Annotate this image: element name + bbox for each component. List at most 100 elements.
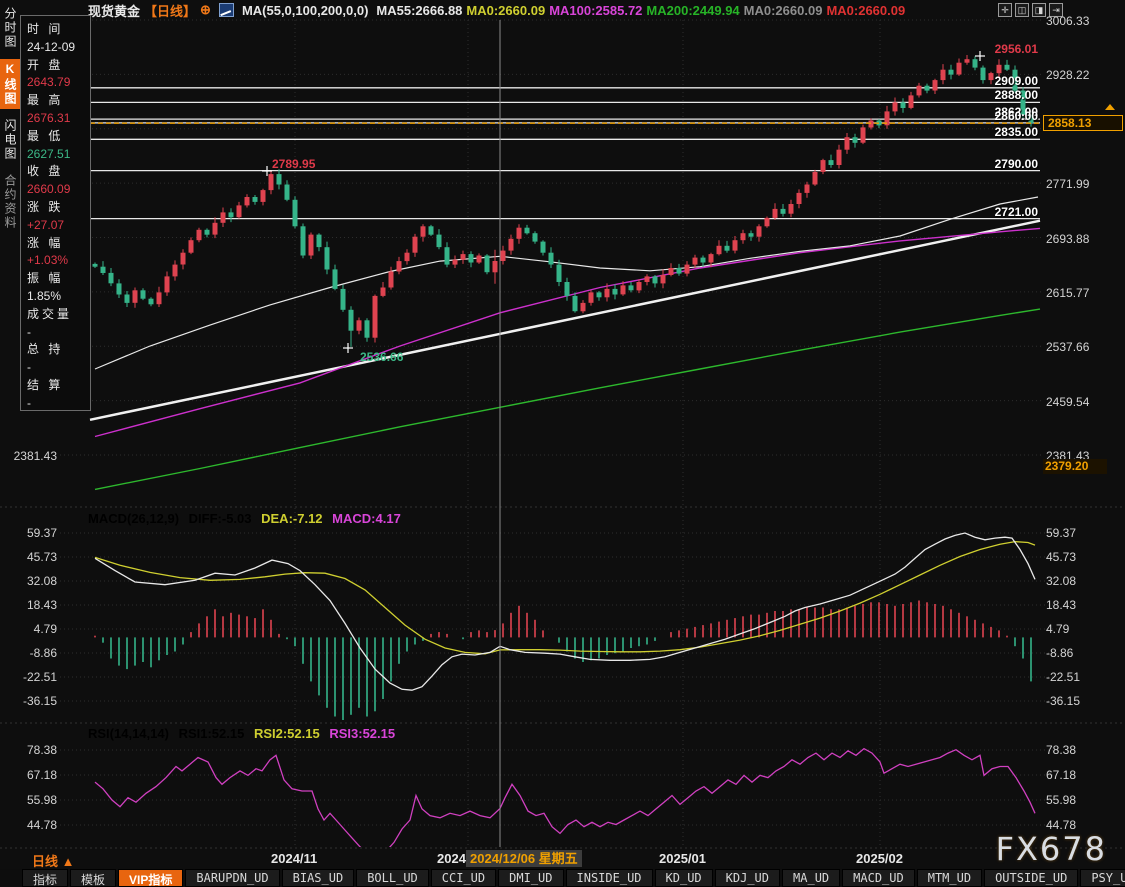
symbol-name: 现货黄金 [88, 1, 140, 20]
info-label-7: 振 幅 [27, 270, 90, 288]
indicator-tab-bar: 指标模板VIP指标BARUPDN_UDBIAS_UDBOLL_UDCCI_UDD… [0, 869, 1125, 887]
macd-axis-left-2: 32.08 [5, 574, 57, 588]
ma-params: MA(55,0,100,200,0,0) [242, 3, 368, 18]
price-axis-label-4: 2615.77 [1046, 286, 1089, 300]
trading-app-window: 现货黄金 【日线】 ⊕ MA(55,0,100,200,0,0) MA55:26… [0, 0, 1125, 887]
chart-annotation-2: 2536.66 [360, 350, 403, 364]
indicator-tab-2[interactable]: VIP指标 [118, 869, 183, 887]
macd-axis-right-4: 4.79 [1046, 622, 1069, 636]
chart-header: 现货黄金 【日线】 ⊕ MA(55,0,100,200,0,0) MA55:26… [0, 0, 1125, 20]
macd-axis-left-1: 45.73 [5, 550, 57, 564]
x-axis-label-0: 2024/11 [271, 851, 317, 866]
info-label-0: 时 间 [27, 21, 90, 39]
indicator-tab-12[interactable]: MACD_UD [842, 869, 915, 887]
macd-axis-right-5: -8.86 [1046, 646, 1073, 660]
watermark: FX678 [996, 830, 1107, 868]
indicator-tab-9[interactable]: KD_UD [655, 869, 713, 887]
indicator-tab-10[interactable]: KDJ_UD [715, 869, 780, 887]
chart-type-tab-1[interactable]: K线图 [0, 59, 20, 109]
indicator-tab-11[interactable]: MA_UD [782, 869, 840, 887]
info-value-5: +27.07 [27, 217, 90, 235]
indicator-tab-8[interactable]: INSIDE_UD [566, 869, 653, 887]
macd-axis-right-3: 18.43 [1046, 598, 1076, 612]
macd-dea-value: DEA:-7.12 [261, 511, 322, 526]
ma-value-0: MA55:2666.88 [376, 3, 462, 18]
indicator-tab-4[interactable]: BIAS_UD [282, 869, 355, 887]
macd-axis-right-1: 45.73 [1046, 550, 1076, 564]
time-axis: 日线 ▲ 2024/ 2024/12/06 星期五 2024/112025/01… [0, 850, 1125, 869]
macd-header: MACD(26,12,9) DIFF:-5.03 DEA:-7.12 MACD:… [88, 511, 407, 526]
info-label-10: 结 算 [27, 377, 90, 395]
indicator-tab-3[interactable]: BARUPDN_UD [185, 869, 279, 887]
info-value-10: - [27, 395, 90, 413]
x-axis-label-2: 2025/02 [856, 851, 903, 866]
rsi-name[interactable]: RSI(14,14,14) [88, 726, 169, 741]
ma-value-4: MA0:2660.09 [744, 3, 823, 18]
level-price-label-0: 2909.00 [958, 74, 1038, 88]
level-price-label-3: 2860.00 [958, 109, 1038, 123]
rsi3-value: RSI3:52.15 [329, 726, 395, 741]
macd-axis-left-4: 4.79 [5, 622, 57, 636]
ma-value-2: MA100:2585.72 [549, 3, 642, 18]
info-value-7: 1.85% [27, 288, 90, 306]
macd-axis-left-7: -36.15 [5, 694, 57, 708]
indicator-tab-6[interactable]: CCI_UD [431, 869, 496, 887]
ma-value-1: MA0:2660.09 [466, 3, 545, 18]
price-axis-label-6: 2459.54 [1046, 395, 1089, 409]
price-axis-label-2: 2771.99 [1046, 177, 1089, 191]
period-tag[interactable]: 【日线】 [144, 1, 196, 20]
period-selector[interactable]: 日线 ▲ [32, 851, 74, 870]
rsi-axis-left-2: 55.98 [5, 793, 57, 807]
indicator-tab-14[interactable]: OUTSIDE_UD [984, 869, 1078, 887]
price-axis-label-3: 2693.88 [1046, 232, 1089, 246]
level-price-label-4: 2835.00 [958, 125, 1038, 139]
macd-axis-right-7: -36.15 [1046, 694, 1080, 708]
add-indicator-icon[interactable]: ⊕ [200, 2, 211, 18]
macd-axis-right-0: 59.37 [1046, 526, 1076, 540]
macd-axis-left-3: 18.43 [5, 598, 57, 612]
level-price-label-5: 2790.00 [958, 157, 1038, 171]
info-value-1: 2643.79 [27, 74, 90, 92]
macd-axis-left-6: -22.51 [5, 670, 57, 684]
macd-name[interactable]: MACD(26,12,9) [88, 511, 179, 526]
ma-values: MA55:2666.88 MA0:2660.09 MA100:2585.72 MA20… [376, 3, 909, 18]
rsi-axis-right-1: 67.18 [1046, 768, 1076, 782]
line-chart-icon[interactable] [219, 3, 234, 17]
info-label-3: 最 低 [27, 128, 90, 146]
chart-type-tabs: 分时图 K线图闪电图合约资料 [0, 4, 19, 240]
x-label-partial: 2024/ [437, 851, 470, 866]
quote-info-panel: 时 间24-12-09开 盘2643.79最 高2676.31最 低2627.5… [20, 15, 91, 411]
chart-type-tab-3[interactable]: 合约资料 [0, 171, 20, 233]
level-price-label-6: 2721.00 [958, 205, 1038, 219]
price-axis-label-1: 2928.22 [1046, 68, 1089, 82]
rsi-axis-left-1: 67.18 [5, 768, 57, 782]
price-axis-label-5: 2537.66 [1046, 340, 1089, 354]
lower-bound-price-label: 2379.20 [1043, 459, 1107, 474]
chart-type-tab-2[interactable]: 闪电图 [0, 116, 20, 164]
rsi-axis-left-0: 78.38 [5, 743, 57, 757]
info-label-9: 总 持 [27, 341, 90, 359]
price-arrow-up-icon [1105, 104, 1115, 110]
indicator-tab-1[interactable]: 模板 [70, 869, 116, 887]
macd-macd-value: MACD:4.17 [332, 511, 401, 526]
macd-axis-right-2: 32.08 [1046, 574, 1076, 588]
indicator-tab-15[interactable]: PSY_UD [1080, 869, 1125, 887]
ma-value-5: MA0:2660.09 [826, 3, 905, 18]
macd-axis-right-6: -22.51 [1046, 670, 1080, 684]
chart-type-tab-0[interactable]: 分时图 [0, 4, 20, 52]
info-value-4: 2660.09 [27, 181, 90, 199]
info-label-6: 涨 幅 [27, 235, 90, 253]
ma-value-3: MA200:2449.94 [646, 3, 739, 18]
info-label-5: 涨 跌 [27, 199, 90, 217]
indicator-tab-13[interactable]: MTM_UD [917, 869, 982, 887]
indicator-tab-5[interactable]: BOLL_UD [356, 869, 429, 887]
chart-canvas[interactable] [0, 0, 1125, 887]
level-price-label-1: 2888.00 [958, 88, 1038, 102]
info-value-6: +1.03% [27, 252, 90, 270]
info-label-2: 最 高 [27, 92, 90, 110]
indicator-tab-7[interactable]: DMI_UD [498, 869, 563, 887]
info-value-2: 2676.31 [27, 110, 90, 128]
indicator-tab-0[interactable]: 指标 [22, 869, 68, 887]
info-value-0: 24-12-09 [27, 39, 90, 57]
info-value-9: - [27, 359, 90, 377]
